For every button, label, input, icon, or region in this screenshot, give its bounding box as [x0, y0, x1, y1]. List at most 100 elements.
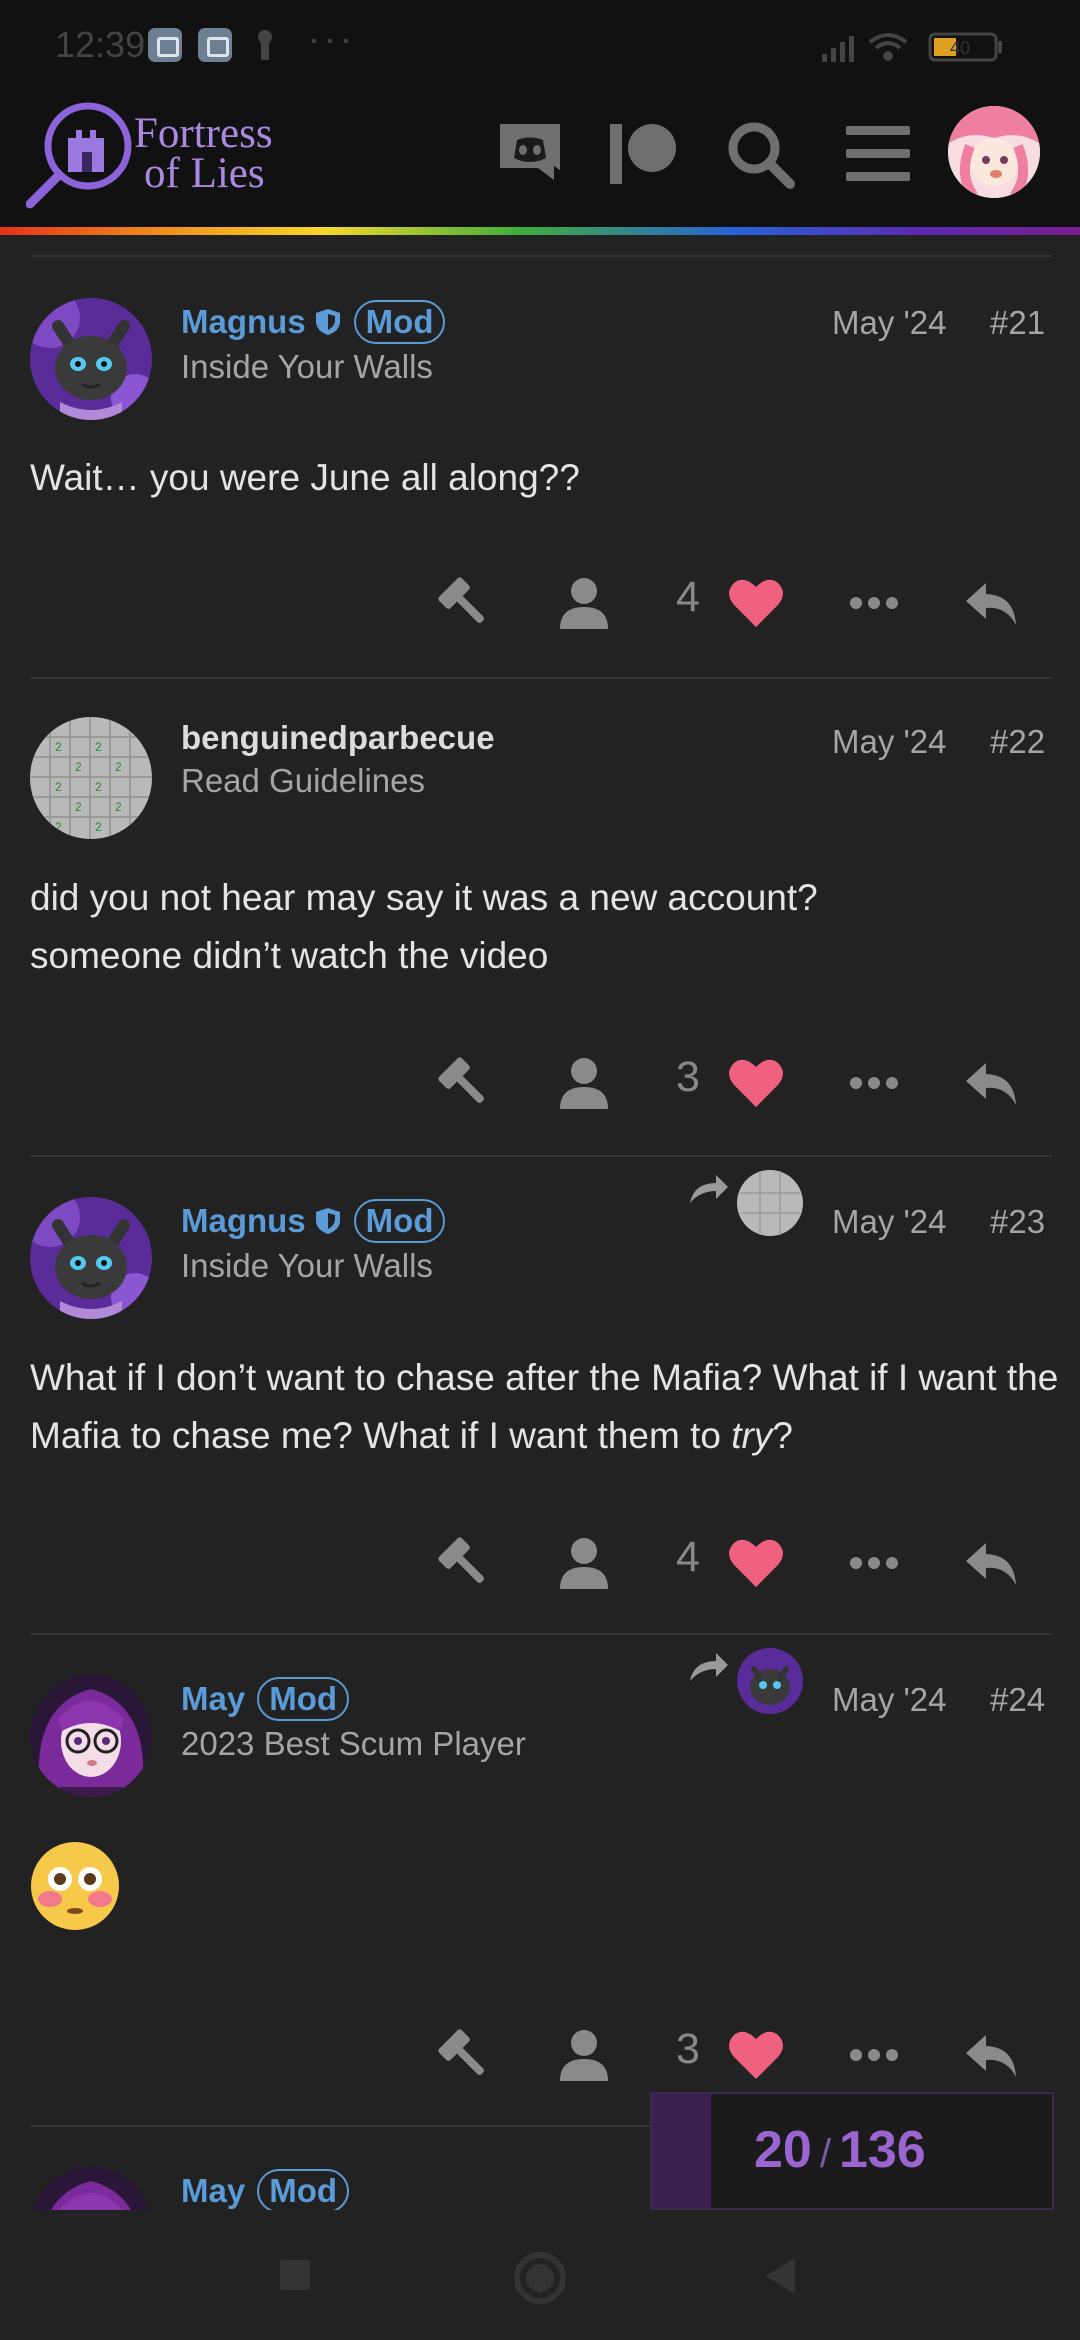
post-actions: 3	[0, 1053, 1080, 1123]
like-count: 3	[676, 2025, 700, 2073]
mod-badge: Mod	[257, 2169, 350, 2210]
avatar-magnus[interactable]	[30, 1197, 152, 1319]
back-button[interactable]	[765, 2258, 795, 2294]
search-icon[interactable]	[724, 118, 796, 190]
reply-icon[interactable]	[962, 2025, 1022, 2085]
reply-to-indicator[interactable]	[688, 1167, 808, 1237]
more-notifications-icon: ···	[308, 18, 356, 59]
keyhole-icon	[258, 30, 272, 60]
user-title: 2023 Best Scum Player	[181, 1725, 526, 1762]
progress-current: 20	[754, 2121, 812, 2179]
avatar-magnus[interactable]	[30, 298, 152, 420]
progress-total: 136	[838, 2121, 926, 2179]
like-count: 4	[676, 573, 700, 621]
reply-arrow-icon	[690, 1175, 728, 1203]
reply-icon[interactable]	[962, 1053, 1022, 1113]
svg-text:2: 2	[95, 820, 102, 834]
gavel-icon[interactable]	[434, 1533, 494, 1593]
like-count: 4	[676, 1533, 700, 1581]
reply-icon[interactable]	[962, 1533, 1022, 1593]
username[interactable]: Magnus Mod	[181, 300, 446, 344]
reply-icon[interactable]	[962, 573, 1022, 633]
svg-text:40: 40	[950, 38, 970, 58]
heart-icon[interactable]	[726, 2025, 786, 2085]
user-icon[interactable]	[554, 2025, 614, 2085]
discord-icon[interactable]	[494, 118, 566, 190]
site-logo[interactable]: Fortress of Lies	[26, 100, 316, 210]
moderator-shield-icon	[315, 309, 340, 335]
avatar-may[interactable]	[30, 1675, 152, 1797]
topic-progress[interactable]: 20/136	[650, 2092, 1054, 2210]
current-user-avatar[interactable]	[948, 106, 1040, 198]
post-date[interactable]: May '24	[832, 1203, 947, 1241]
post-number[interactable]: #21	[990, 304, 1045, 342]
progress-fill	[652, 2094, 711, 2208]
svg-text:2: 2	[115, 760, 122, 774]
username[interactable]: Magnus Mod	[181, 1199, 446, 1243]
post-date[interactable]: May '24	[832, 723, 947, 761]
gallery-notification-icon	[198, 28, 232, 62]
svg-text:2: 2	[75, 760, 82, 774]
patreon-icon[interactable]	[608, 118, 680, 190]
gavel-icon[interactable]	[434, 573, 494, 633]
post-actions: 3	[0, 2025, 1080, 2095]
site-header: Fortress of Lies	[0, 90, 1080, 228]
more-options-icon[interactable]	[844, 1533, 904, 1593]
like-count: 3	[676, 1053, 700, 1101]
progress-text: 20/136	[754, 2121, 926, 2179]
post-date[interactable]: May '24	[832, 1681, 947, 1719]
user-icon[interactable]	[554, 1533, 614, 1593]
username[interactable]: May Mod	[181, 2169, 350, 2210]
post-body: What if I don’t want to chase after the …	[30, 1357, 1059, 1456]
user-title: Read Guidelines	[181, 762, 425, 799]
user-icon[interactable]	[554, 573, 614, 633]
post-number[interactable]: #24	[990, 1681, 1045, 1719]
user-title: Inside Your Walls	[181, 348, 433, 385]
svg-text:2: 2	[95, 780, 102, 794]
magnifier-castle-icon	[26, 102, 132, 209]
svg-text:2: 2	[115, 800, 122, 814]
mod-badge: Mod	[257, 1677, 350, 1721]
status-bar: 12:39 ··· 40	[0, 0, 1080, 90]
svg-text:2: 2	[55, 740, 62, 754]
rainbow-divider	[0, 227, 1080, 235]
reply-arrow-icon	[690, 1653, 728, 1681]
gavel-icon[interactable]	[434, 2025, 494, 2085]
avatar-may[interactable]	[30, 2167, 152, 2210]
username[interactable]: benguinedparbecue	[181, 719, 495, 757]
flushed-face-emoji	[31, 1842, 119, 1930]
more-options-icon[interactable]	[844, 573, 904, 633]
username[interactable]: May Mod	[181, 1677, 350, 1721]
post-separator	[30, 255, 1052, 257]
post-number[interactable]: #23	[990, 1203, 1045, 1241]
hamburger-menu-icon[interactable]	[842, 118, 914, 190]
mod-badge: Mod	[353, 300, 446, 344]
post-body: did you not hear may say it was a new ac…	[30, 877, 818, 976]
avatar-benguinedparbecue[interactable]: 2222 2222 22	[30, 717, 152, 839]
post-actions: 4	[0, 573, 1080, 643]
post-body: Wait… you were June all along??	[30, 457, 580, 498]
site-logo-text: Fortress of Lies	[134, 110, 273, 197]
more-options-icon[interactable]	[844, 2025, 904, 2085]
post-separator	[30, 1155, 1052, 1157]
system-nav-bar	[0, 2210, 1080, 2340]
topic-feed: Magnus Mod Inside Your Walls May '24 #21 …	[0, 235, 1080, 2210]
status-time: 12:39	[55, 24, 146, 65]
user-title: Inside Your Walls	[181, 1247, 433, 1284]
post-separator	[30, 1633, 1052, 1635]
heart-icon[interactable]	[726, 573, 786, 633]
battery-icon: 40	[928, 32, 1002, 62]
reply-to-indicator[interactable]	[688, 1645, 808, 1715]
signal-icon	[822, 36, 854, 62]
gavel-icon[interactable]	[434, 1053, 494, 1113]
more-options-icon[interactable]	[844, 1053, 904, 1113]
post-number[interactable]: #22	[990, 723, 1045, 761]
post-date[interactable]: May '24	[832, 304, 947, 342]
heart-icon[interactable]	[726, 1533, 786, 1593]
post-actions: 4	[0, 1533, 1080, 1603]
recents-button[interactable]	[280, 2260, 310, 2290]
home-button[interactable]	[514, 2252, 566, 2304]
gallery-notification-icon	[148, 28, 182, 62]
heart-icon[interactable]	[726, 1053, 786, 1113]
user-icon[interactable]	[554, 1053, 614, 1113]
